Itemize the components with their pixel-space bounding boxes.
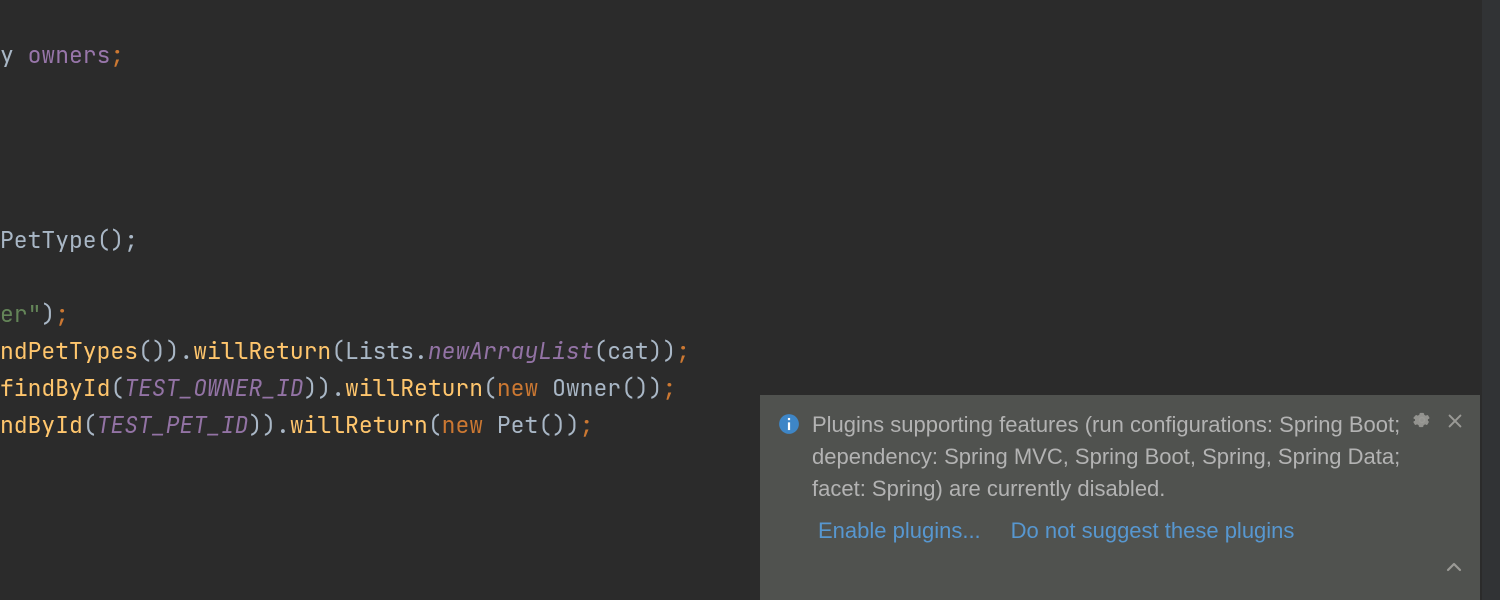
code-token: ();	[97, 225, 138, 255]
error-stripe-bar[interactable]	[1482, 0, 1500, 600]
chevron-up-icon[interactable]	[1444, 554, 1464, 574]
code-token: owners	[28, 40, 111, 70]
code-token: TEST_PET_ID	[97, 410, 249, 440]
code-line: y owners;	[0, 37, 1500, 74]
code-token: )).	[248, 410, 289, 440]
code-token: ()).	[138, 336, 193, 366]
notification-panel: Plugins supporting features (run configu…	[760, 395, 1480, 600]
code-token: PetType	[0, 225, 97, 255]
code-token: (	[483, 373, 497, 403]
code-token: willReturn	[290, 410, 428, 440]
code-token: er"	[0, 299, 41, 329]
do-not-suggest-link[interactable]: Do not suggest these plugins	[1011, 515, 1295, 547]
code-line	[0, 185, 1500, 222]
code-line: ndPetTypes()).willReturn(Lists.newArrayL…	[0, 333, 1500, 370]
code-token: )).	[304, 373, 345, 403]
code-token: new	[442, 410, 497, 440]
code-token: ndPetTypes	[0, 336, 138, 366]
code-line	[0, 259, 1500, 296]
info-icon	[778, 412, 800, 434]
code-token: ;	[580, 410, 594, 440]
code-token: )	[41, 299, 55, 329]
code-token: ;	[676, 336, 690, 366]
gear-icon[interactable]	[1412, 407, 1432, 427]
code-token: newArrayList	[428, 336, 594, 366]
code-token: (cat))	[593, 336, 676, 366]
code-token: (Lists.	[331, 336, 428, 366]
code-token: willReturn	[345, 373, 483, 403]
code-token: findById	[0, 373, 110, 403]
code-token: ;	[55, 299, 69, 329]
code-token: (	[428, 410, 442, 440]
code-token: ;	[110, 40, 124, 70]
close-icon[interactable]	[1446, 407, 1466, 427]
code-token: (	[110, 373, 124, 403]
code-line	[0, 111, 1500, 148]
code-token: ;	[662, 373, 676, 403]
notification-actions: Enable plugins... Do not suggest these p…	[778, 505, 1462, 547]
code-line: er");	[0, 296, 1500, 333]
notification-message: Plugins supporting features (run configu…	[800, 409, 1462, 505]
notification-body: Plugins supporting features (run configu…	[778, 409, 1462, 505]
code-line	[0, 74, 1500, 111]
code-line: PetType();	[0, 222, 1500, 259]
code-token: TEST_OWNER_ID	[124, 373, 303, 403]
code-line	[0, 148, 1500, 185]
code-token: y	[0, 40, 28, 70]
code-token: Owner())	[552, 373, 662, 403]
code-token: new	[497, 373, 552, 403]
code-token: ndById	[0, 410, 83, 440]
enable-plugins-link[interactable]: Enable plugins...	[818, 515, 981, 547]
code-token: Pet())	[497, 410, 580, 440]
code-token: willReturn	[193, 336, 331, 366]
code-token: (	[83, 410, 97, 440]
